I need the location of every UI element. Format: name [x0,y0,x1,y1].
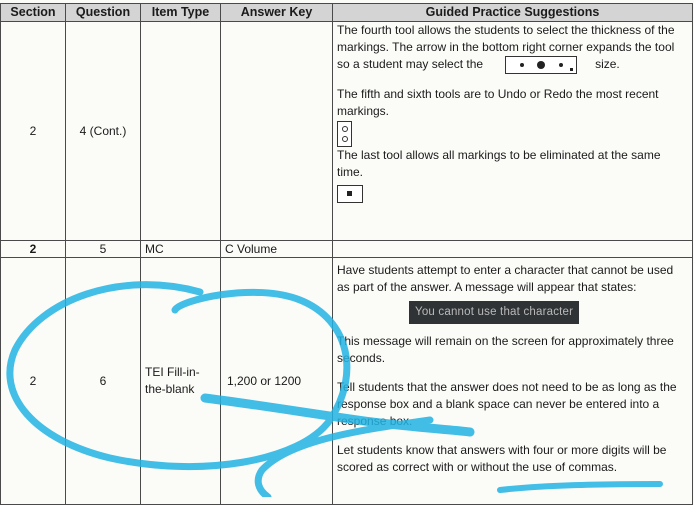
answer-key-cell [220,21,333,241]
thickness-tool-icon [505,56,578,74]
header-question: Question [65,3,141,22]
guidance-cell [332,240,693,258]
answer-key-cell: C Volume [220,240,333,258]
section-cell: 2 [0,21,66,241]
header-guided-practice: Guided Practice Suggestions [332,3,693,22]
answer-key-cell: 1,200 or 1200 [220,257,333,505]
header-section: Section [0,3,66,22]
section-cell: 2 [0,257,66,505]
guidance-cell: Have students attempt to enter a charact… [332,257,693,505]
question-cell: 4 (Cont.) [65,21,141,241]
guided-practice-table: Section Question Item Type Answer Key Gu… [0,3,693,505]
question-cell: 6 [65,257,141,505]
guidance-cell: The fourth tool allows the students to s… [332,21,693,241]
guidance-text: The fifth and sixth tools are to Undo or… [337,87,659,118]
clear-all-tool-icon [337,185,363,203]
item-type-cell: TEI Fill-in-the-blank [140,257,221,505]
guidance-text: The fourth tool allows the students to s… [337,22,688,74]
undo-redo-tool-icon [337,121,352,147]
header-answer-key: Answer Key [220,3,333,22]
guidance-text: Tell students that the answer does not n… [337,380,677,428]
section-cell: 2 [0,240,66,258]
guidance-text: This message will remain on the screen f… [337,334,674,365]
guidance-text: The last tool allows all markings to be … [337,148,661,179]
item-type-cell [140,21,221,241]
guidance-text: Have students attempt to enter a charact… [337,263,674,294]
table-row: 2 4 (Cont.) The fourth tool allows the s… [0,21,693,241]
question-cell: 5 [65,240,141,258]
item-type-cell: MC [140,240,221,258]
header-row: Section Question Item Type Answer Key Gu… [0,3,693,22]
guidance-text: Let students know that answers with four… [337,443,667,474]
header-item-type: Item Type [140,3,221,22]
table-row: 2 6 TEI Fill-in-the-blank 1,200 or 1200 … [0,257,693,505]
table-row: 2 5 MC C Volume [0,240,693,258]
error-message-banner: You cannot use that character [409,301,580,324]
